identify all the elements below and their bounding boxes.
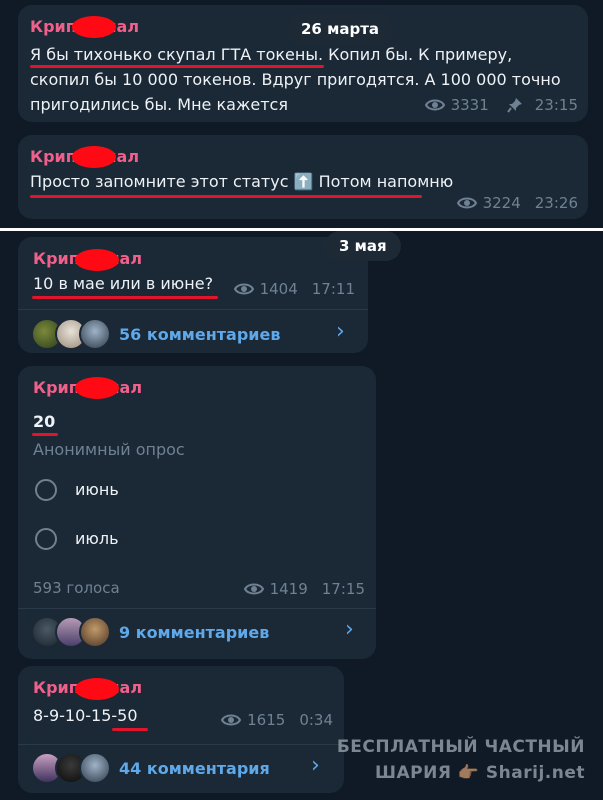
message-time: 17:11 <box>311 280 355 298</box>
chevron-right-icon[interactable]: › <box>311 753 320 778</box>
comments-button[interactable]: 44 комментария <box>31 752 270 784</box>
comments-count: 44 комментария <box>119 758 270 778</box>
poll-option-radio[interactable] <box>35 479 57 501</box>
highlight-underline <box>112 728 148 731</box>
eye-icon <box>456 197 477 209</box>
message-time: 23:26 <box>534 194 578 212</box>
message-line: Просто запомните этот статус ⬆️ Потом на… <box>30 172 454 191</box>
message-time: 17:15 <box>321 580 365 598</box>
poll-option-label[interactable]: июль <box>75 529 119 548</box>
poll-option-radio[interactable] <box>35 528 57 550</box>
highlight-underline <box>30 195 422 198</box>
message-line: скопил бы 10 000 токенов. Вдруг пригодят… <box>30 70 561 89</box>
redaction-mark <box>72 146 116 168</box>
watermark: БЕСПЛАТНЫЙ ЧАСТНЫЙ ШАРИЯ 👉🏽 Sharij.net <box>337 734 585 786</box>
message-bubble[interactable]: Крип⬤анал Просто запомните этот статус ⬆… <box>18 135 588 219</box>
message-meta: 3224 23:26 <box>456 194 578 212</box>
poll-option-label[interactable]: июнь <box>75 480 119 499</box>
chat-screenshot-top: Крип⬤анал Я бы тихонько скупал ГТА токен… <box>0 0 603 228</box>
comments-button[interactable]: 9 комментариев <box>31 616 269 648</box>
watermark-line: БЕСПЛАТНЫЙ ЧАСТНЫЙ <box>336 737 585 757</box>
message-meta: 1615 0:34 <box>221 711 333 729</box>
poll-votes: 593 голоса <box>33 579 120 597</box>
chevron-right-icon[interactable]: › <box>345 617 354 642</box>
view-count: 3331 <box>450 96 489 114</box>
redaction-mark <box>75 678 119 700</box>
message-meta: 3331 23:15 <box>424 96 578 114</box>
message-meta: 1404 17:11 <box>233 280 355 298</box>
view-count: 1404 <box>259 280 298 298</box>
message-line: пригодились бы. Мне кажется <box>30 95 288 114</box>
highlight-underline <box>30 65 324 68</box>
view-count: 3224 <box>482 194 521 212</box>
poll-question: 20 <box>33 412 56 431</box>
commenter-avatars <box>31 752 111 784</box>
eye-icon <box>233 283 254 295</box>
eye-icon <box>424 99 445 111</box>
avatar <box>79 616 111 648</box>
watermark-line: ШАРИЯ 👉🏽 Sharij.net <box>374 763 585 783</box>
commenter-avatars <box>31 318 111 350</box>
message-line: Я бы тихонько скупал ГТА токены. Копил б… <box>30 45 513 64</box>
eye-icon <box>221 714 242 726</box>
comments-count: 56 комментариев <box>119 324 281 344</box>
highlight-underline <box>32 296 218 299</box>
avatar <box>79 318 111 350</box>
message-bubble[interactable]: Крип⬤анал 10 в мае или в июне? 1404 17:1… <box>18 237 368 353</box>
redaction-mark <box>75 377 119 399</box>
poll-type: Анонимный опрос <box>33 440 185 459</box>
message-line: 8-9-10-15-50 <box>33 706 138 725</box>
date-separator: 26 марта <box>287 14 394 44</box>
avatar <box>79 752 111 784</box>
message-meta: 1419 17:15 <box>243 580 365 598</box>
highlight-underline <box>32 433 58 436</box>
pin-icon <box>506 98 522 113</box>
comments-count: 9 комментариев <box>119 622 270 642</box>
chevron-right-icon[interactable]: › <box>336 319 345 344</box>
view-count: 1615 <box>247 711 286 729</box>
commenter-avatars <box>31 616 111 648</box>
redaction-mark <box>72 16 116 38</box>
comments-divider <box>18 744 344 745</box>
view-count: 1419 <box>269 580 308 598</box>
message-line: 10 в мае или в июне? <box>33 274 214 293</box>
chat-screenshot-bottom: Крип⬤анал 10 в мае или в июне? 1404 17:1… <box>0 231 603 800</box>
message-bubble[interactable]: Крип⬤анал 20 Анонимный опрос июнь июль 5… <box>18 366 376 659</box>
message-bubble[interactable]: Крип⬤анал 8-9-10-15-50 1615 0:34 44 комм… <box>18 666 344 793</box>
redaction-mark <box>75 249 119 271</box>
eye-icon <box>243 583 264 595</box>
comments-button[interactable]: 56 комментариев <box>31 318 280 350</box>
comments-divider <box>18 608 376 609</box>
message-time: 0:34 <box>299 711 333 729</box>
date-separator: 3 мая <box>325 231 401 261</box>
comments-divider <box>18 309 368 310</box>
message-time: 23:15 <box>534 96 578 114</box>
